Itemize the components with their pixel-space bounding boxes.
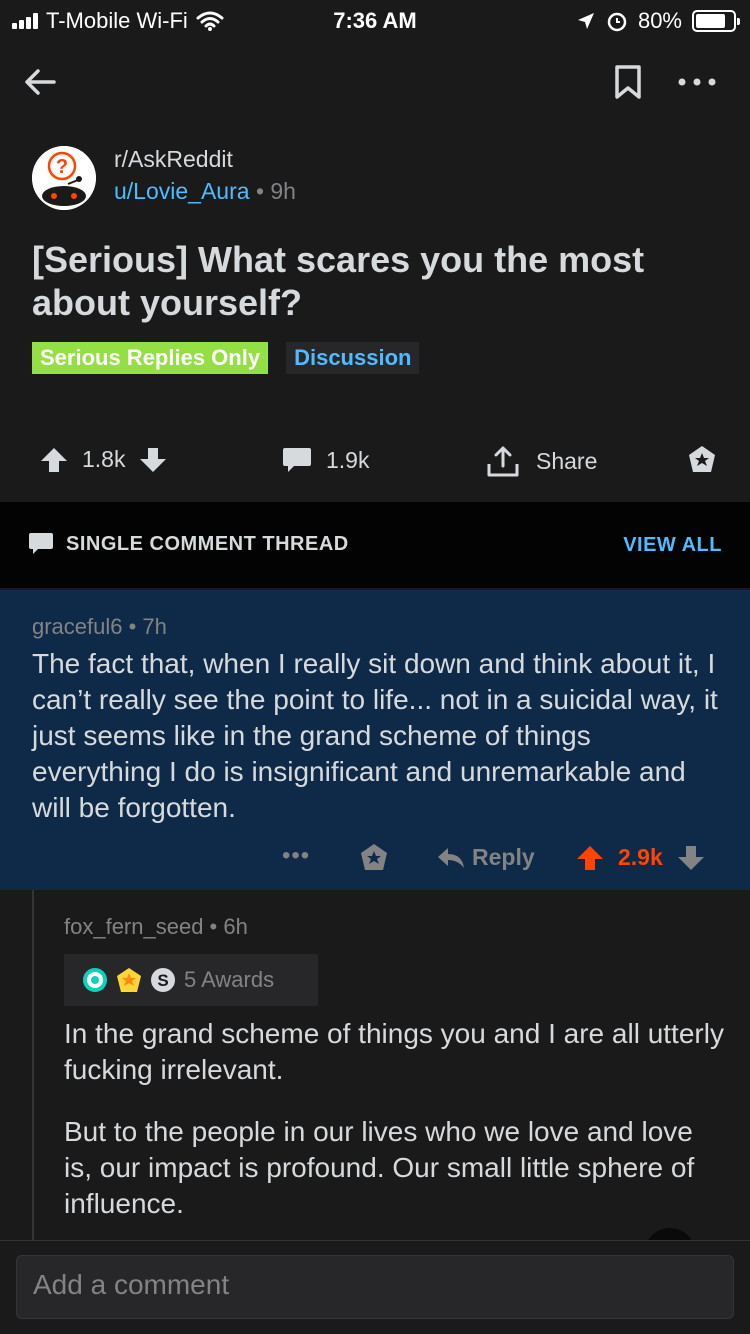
svg-text:S: S [157,971,168,990]
share-label: Share [536,447,598,474]
post-flairs: Serious Replies Only Discussion [32,342,420,374]
add-comment-input[interactable]: Add a comment [16,1255,734,1319]
comment-paragraph: But to the people in our lives who we lo… [64,1116,695,1219]
more-options-icon[interactable] [672,64,722,100]
post-navbar [0,50,750,114]
awards-box[interactable]: S 5 Awards [64,954,318,1006]
thread-label-text: SINGLE COMMENT THREAD [66,532,349,555]
post-score: 1.8k [82,446,126,472]
status-right: 80% [576,8,740,34]
comment-bubble-icon [29,533,53,554]
view-all-button[interactable]: VIEW ALL [623,534,722,557]
single-thread-bar: SINGLE COMMENT THREAD VIEW ALL [0,502,750,588]
post-title: [Serious] What scares you the most about… [32,239,645,323]
battery-percent: 80% [637,8,682,33]
subreddit-name[interactable]: r/AskReddit [114,146,233,173]
askreddit-logo-icon: ? [32,146,96,210]
thread-label: SINGLE COMMENT THREAD [28,532,349,556]
award-icon [117,968,141,992]
comment-bubble-icon [283,448,311,472]
focused-comment: graceful6 • 7h The fact that, when I rea… [0,590,750,890]
alarm-icon [607,12,627,32]
share-icon [487,446,519,477]
comment-body: The fact that, when I really sit down an… [32,648,718,823]
reply-arrow-icon [438,847,464,868]
reply-label: Reply [472,844,535,870]
comment-meta[interactable]: fox_fern_seed • 6h [64,914,248,940]
post-author[interactable]: u/Lovie_Aura [114,178,250,204]
downvote-arrow-icon[interactable] [139,447,167,473]
comment-actions: ••• Reply 2.9k [0,842,750,878]
post-age: 9h [270,178,296,204]
post-meta: u/Lovie_Aura • 9h [114,178,296,205]
reply-comment: fox_fern_seed • 6h S 5 Awards In the gra… [0,890,750,1240]
back-arrow-icon[interactable] [20,62,60,102]
comment-score: 2.9k [618,844,663,870]
upvote-arrow-icon[interactable] [576,845,604,871]
location-icon [577,13,594,29]
comment-vote-group: 2.9k [576,844,705,871]
svg-text:?: ? [56,156,68,178]
subreddit-avatar[interactable]: ? [32,146,96,210]
post-action-bar: 1.8k 1.9k Share [0,436,750,488]
comment-more-button[interactable]: ••• [282,842,310,870]
comment-count: 1.9k [326,446,370,473]
award-icon: S [151,968,175,992]
give-award-icon[interactable] [686,444,718,476]
meta-separator: • [255,178,264,204]
battery-icon [692,10,740,32]
award-icon [83,968,107,992]
awards-count: 5 Awards [184,967,275,992]
post-vote-group: 1.8k [40,446,167,473]
comment-meta[interactable]: graceful6 • 7h [32,614,167,640]
comment-paragraph: In the grand scheme of things you and I … [64,1018,724,1085]
comments-button[interactable]: 1.9k [282,446,369,474]
comment-bar: Add a comment [0,1240,750,1334]
thread-line[interactable] [32,890,34,1240]
share-button[interactable]: Share [486,444,597,478]
reply-button[interactable]: Reply [436,844,535,871]
upvote-arrow-icon[interactable] [40,447,68,473]
flair-serious-replies[interactable]: Serious Replies Only [32,342,269,374]
bookmark-icon[interactable] [612,64,644,100]
downvote-arrow-icon[interactable] [677,845,705,871]
flair-discussion[interactable]: Discussion [286,342,420,374]
status-bar: T-Mobile Wi-Fi 7:36 AM 80% [0,0,750,40]
battery-fill [696,14,725,28]
give-award-icon[interactable] [358,842,390,874]
